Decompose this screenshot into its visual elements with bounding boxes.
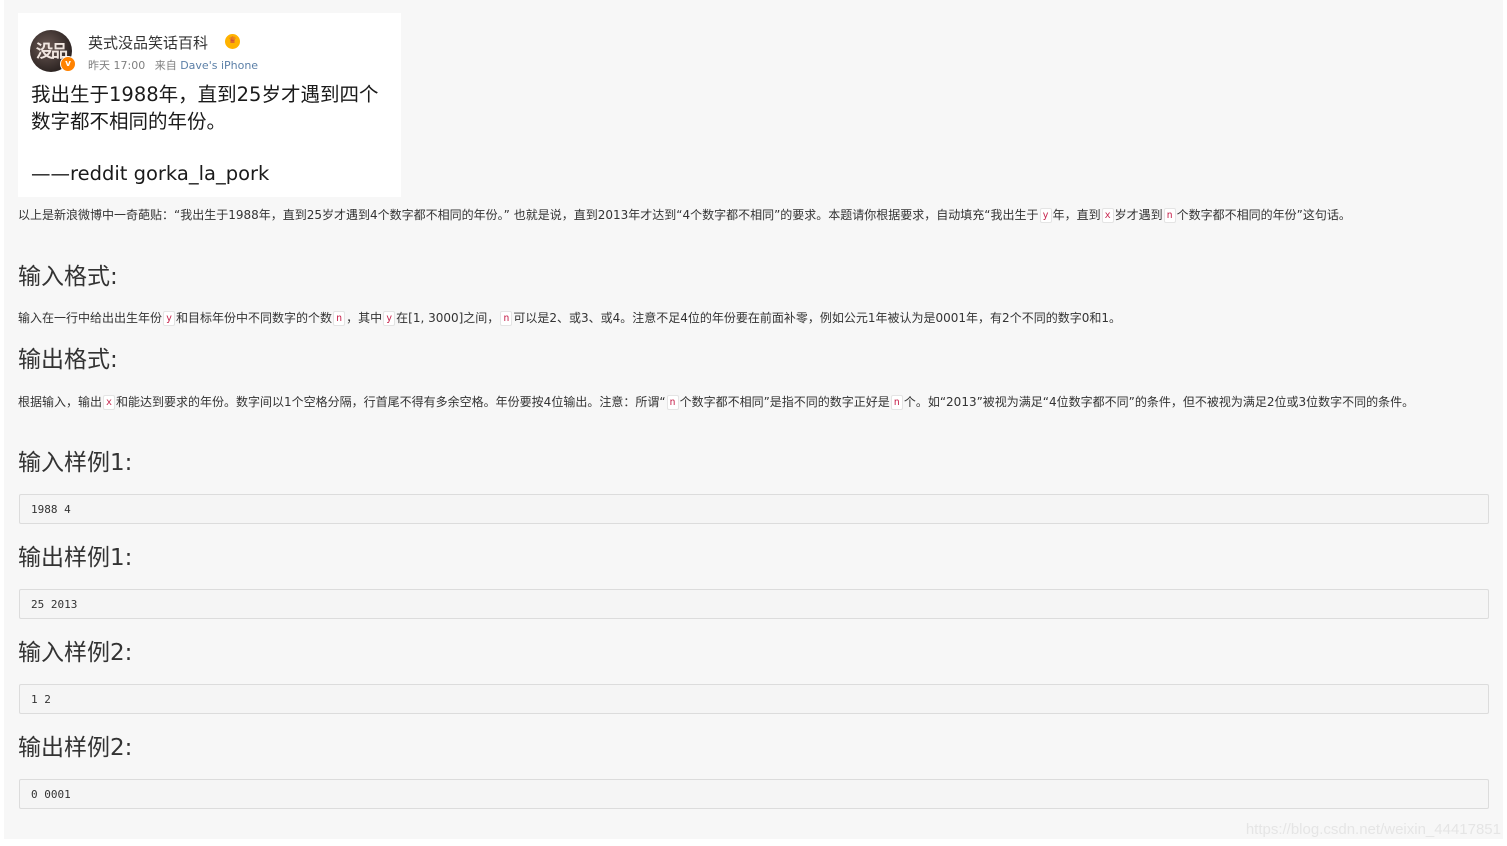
intro-text-4: 个数字都不相同的年份”这句话。 [1176,208,1351,222]
sample-output-1-code[interactable]: 25 2013 [19,589,1489,619]
input-format-paragraph: 输入在一行中给出出生年份 y 和目标年份中不同数字的个数 n ，其中 y 在[1, 3000… [18,308,1493,328]
weibo-post-image: 没品 v 英式没品笑话百科 ♛ 昨天 17:00 来自 Dave's iPhon… [18,13,401,197]
post-from-label: 来自 [154,59,177,72]
sample-input-1-code[interactable]: 1988 4 [19,494,1489,524]
input-text-4: 在[1, 3000]之间， [396,311,500,325]
post-text: 我出生于1988年，直到25岁才遇到四个 数字都不相同的年份。 [31,81,391,135]
var-x: x [1101,208,1114,223]
problem-page: 没品 v 英式没品笑话百科 ♛ 昨天 17:00 来自 Dave's iPhon… [4,0,1503,839]
verified-icon: v [60,56,76,72]
var-x: x [103,395,116,410]
sample-input-2-text: 1 2 [31,693,51,706]
post-source: ——reddit gorka_la_pork [31,162,270,185]
sample-input-1-text: 1988 4 [31,503,71,516]
output-format-paragraph: 根据输入，输出 x 和能达到要求的年份。数字间以1个空格分隔，行首尾不得有多余空格。… [18,392,1493,412]
output-text-2: 和能达到要求的年份。数字间以1个空格分隔，行首尾不得有多余空格。年份要按4位输出… [116,395,666,409]
output-text-1: 根据输入，输出 [18,395,103,409]
input-text-2: 和目标年份中不同数字的个数 [176,311,333,325]
post-time: 昨天 17:00 [88,59,146,72]
post-text-line2: 数字都不相同的年份。 [31,110,227,133]
var-y: y [383,311,396,326]
var-n: n [890,395,903,410]
output-text-4: 个。如“2013”被视为满足“4位数字都不同”的条件，但不被视为满足2位或3位数… [903,395,1415,409]
sample-output-2-heading: 输出样例2: [18,735,133,761]
var-y: y [1039,208,1052,223]
sample-output-2-code[interactable]: 0 0001 [19,779,1489,809]
post-text-line1: 我出生于1988年，直到25岁才遇到四个 [31,83,379,106]
input-text-5: 可以是2、或3、或4。注意不足4位的年份要在前面补零，例如公元1年被认为是000… [513,311,1121,325]
sample-input-1-heading: 输入样例1: [18,450,133,476]
var-n: n [666,395,679,410]
sample-output-2-text: 0 0001 [31,788,71,801]
sample-input-2-code[interactable]: 1 2 [19,684,1489,714]
output-format-heading: 输出格式: [18,347,118,373]
sample-input-2-heading: 输入样例2: [18,640,133,666]
post-device: Dave's iPhone [180,59,259,72]
intro-text-2: 年，直到 [1052,208,1101,222]
sample-output-1-heading: 输出样例1: [18,545,133,571]
var-n: n [1163,208,1176,223]
sample-output-1-text: 25 2013 [31,598,78,611]
vip-crown-icon: ♛ [225,34,240,49]
input-text-1: 输入在一行中给出出生年份 [18,311,163,325]
post-meta: 昨天 17:00 来自 Dave's iPhone [88,57,258,73]
var-n: n [333,311,346,326]
intro-text-1: 以上是新浪微博中一奇葩贴：“我出生于1988年，直到25岁才遇到4个数字都不相同… [18,208,1039,222]
output-text-3: 个数字都不相同”是指不同的数字正好是 [679,395,890,409]
input-format-heading: 输入格式: [18,264,118,290]
var-y: y [163,311,176,326]
account-name: 英式没品笑话百科 [88,34,209,52]
var-n: n [500,311,513,326]
watermark: https://blog.csdn.net/weixin_44417851 [1245,821,1501,838]
input-text-3: ，其中 [346,311,383,325]
intro-paragraph: 以上是新浪微博中一奇葩贴：“我出生于1988年，直到25岁才遇到4个数字都不相同… [18,205,1493,225]
intro-text-3: 岁才遇到 [1114,208,1163,222]
